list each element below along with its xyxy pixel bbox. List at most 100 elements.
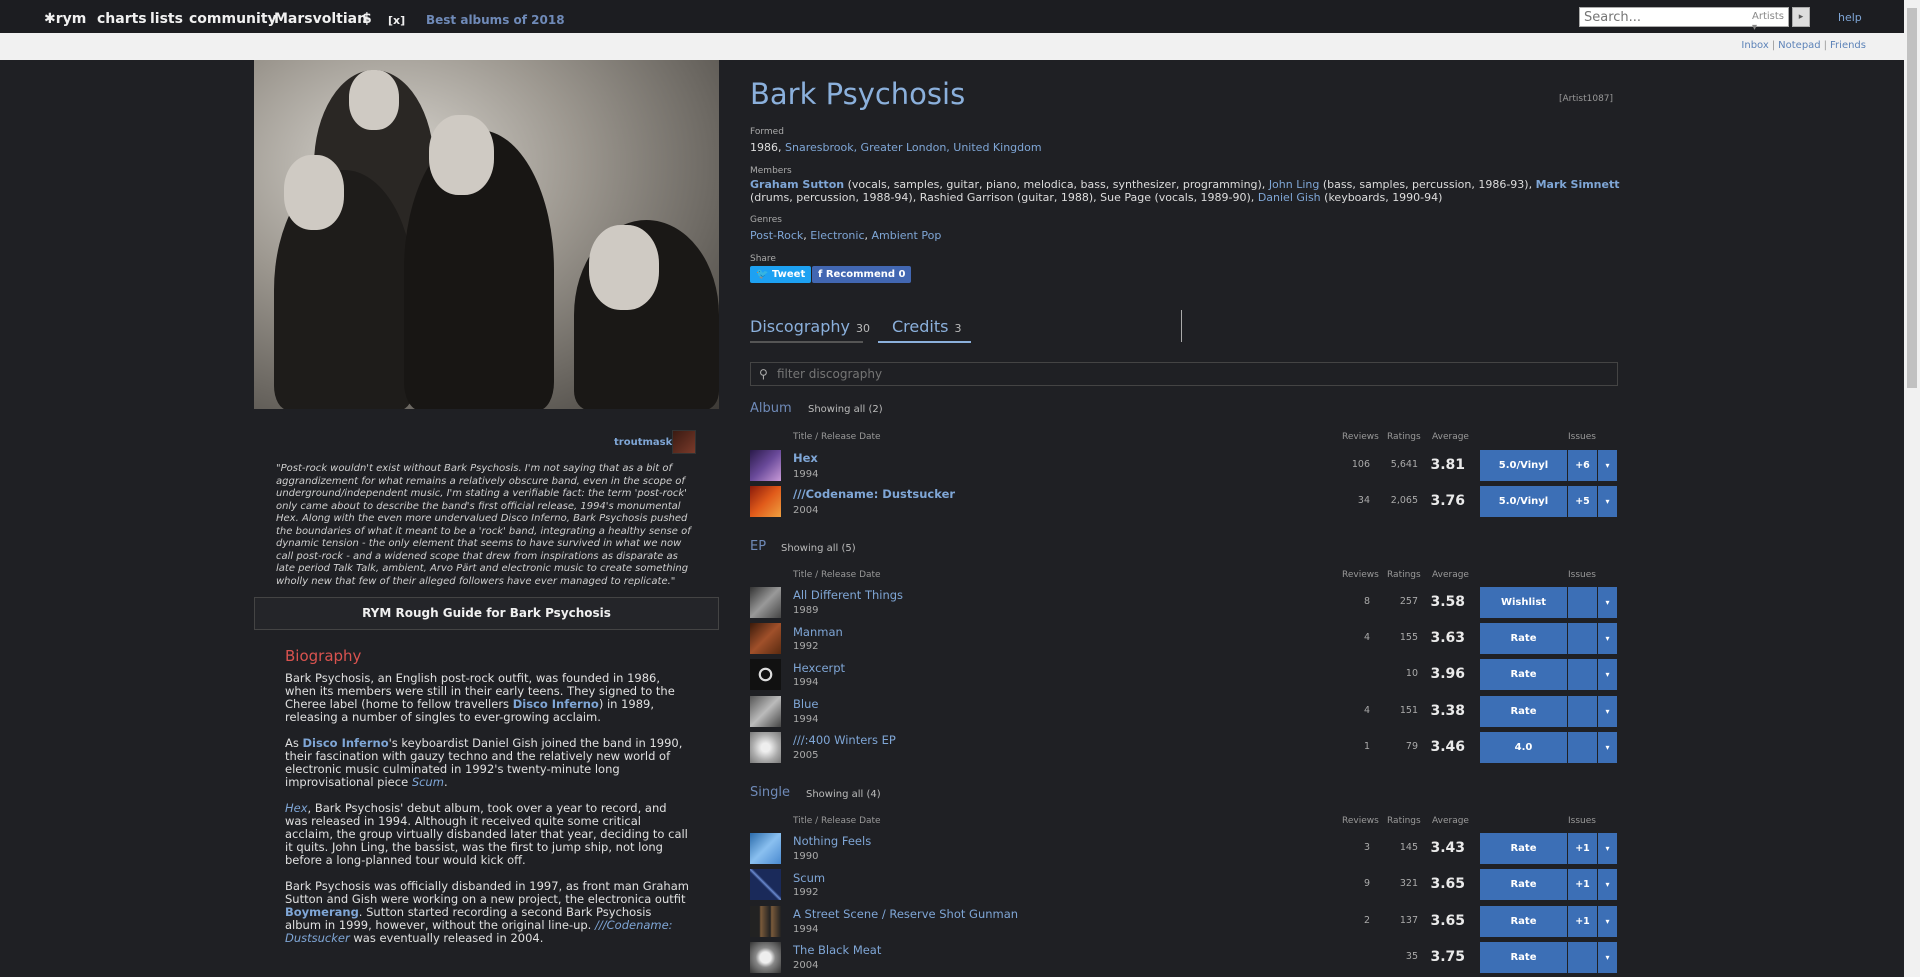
issues-button[interactable] bbox=[1568, 659, 1597, 690]
issues-button[interactable] bbox=[1568, 732, 1597, 763]
filter-discography-input[interactable] bbox=[777, 366, 1577, 382]
rating-count[interactable]: 10 bbox=[1378, 668, 1418, 679]
album-cover[interactable] bbox=[750, 942, 781, 973]
nav-charts[interactable]: charts bbox=[97, 11, 147, 27]
member-link[interactable]: Daniel Gish bbox=[1258, 191, 1321, 204]
genre-link[interactable]: Post-Rock bbox=[750, 229, 803, 242]
genre-link[interactable]: Ambient Pop bbox=[872, 229, 942, 242]
notepad-link[interactable]: Notepad bbox=[1778, 40, 1821, 51]
rough-guide-button[interactable]: RYM Rough Guide for Bark Psychosis bbox=[254, 597, 719, 630]
review-count[interactable]: 2 bbox=[1340, 915, 1370, 926]
rate-button[interactable]: 4.0 bbox=[1480, 732, 1567, 763]
album-cover[interactable] bbox=[750, 486, 781, 517]
release-title-link[interactable]: Hex bbox=[793, 451, 818, 465]
release-title-link[interactable]: ///:400 Winters EP bbox=[793, 733, 896, 747]
album-cover[interactable] bbox=[750, 659, 781, 690]
review-count[interactable]: 1 bbox=[1340, 741, 1370, 752]
release-title-link[interactable]: ///Codename: Dustsucker bbox=[793, 487, 955, 501]
release-title-link[interactable]: All Different Things bbox=[793, 588, 903, 602]
rating-count[interactable]: 79 bbox=[1378, 741, 1418, 752]
release-title-link[interactable]: A Street Scene / Reserve Shot Gunman bbox=[793, 907, 1018, 921]
nav-lists[interactable]: lists bbox=[150, 11, 183, 27]
rating-count[interactable]: 155 bbox=[1378, 632, 1418, 643]
release-title-link[interactable]: Hexcerpt bbox=[793, 661, 845, 675]
best-albums-link[interactable]: Best albums of 2018 bbox=[426, 13, 565, 27]
review-count[interactable]: 4 bbox=[1340, 705, 1370, 716]
chevron-down-icon[interactable]: ▾ bbox=[1598, 486, 1617, 517]
facebook-recommend-button[interactable]: f Recommend 0 bbox=[812, 266, 912, 283]
col-title[interactable]: Title / Release Date bbox=[793, 816, 881, 826]
release-title-link[interactable]: Scum bbox=[793, 871, 825, 885]
release-title-link[interactable]: The Black Meat bbox=[793, 943, 881, 957]
nav-dollar[interactable]: $ bbox=[362, 11, 372, 27]
hex-link[interactable]: Hex bbox=[285, 801, 308, 815]
tab-discography[interactable]: Discography 30 bbox=[750, 317, 870, 336]
rating-count[interactable]: 5,641 bbox=[1378, 459, 1418, 470]
member-link[interactable]: Graham Sutton bbox=[750, 178, 844, 191]
album-cover[interactable] bbox=[750, 869, 781, 900]
rating-count[interactable]: 35 bbox=[1378, 951, 1418, 962]
issues-button[interactable]: +1 bbox=[1568, 869, 1597, 900]
chevron-down-icon[interactable]: ▾ bbox=[1598, 869, 1617, 900]
uploader-avatar[interactable] bbox=[672, 430, 696, 454]
release-title-link[interactable]: Manman bbox=[793, 625, 843, 639]
scum-link[interactable]: Scum bbox=[412, 775, 444, 789]
rate-button[interactable]: Rate bbox=[1480, 906, 1567, 937]
album-cover[interactable] bbox=[750, 696, 781, 727]
member-link[interactable]: John Ling bbox=[1269, 178, 1320, 191]
issues-button[interactable] bbox=[1568, 587, 1597, 618]
col-ratings[interactable]: Ratings bbox=[1387, 432, 1421, 442]
album-cover[interactable] bbox=[750, 450, 781, 481]
wishlist-button[interactable]: Wishlist bbox=[1480, 587, 1567, 618]
nav-user[interactable]: Marsvoltian bbox=[274, 11, 367, 27]
chevron-down-icon[interactable]: ▾ bbox=[1598, 659, 1617, 690]
issues-button[interactable]: +6 bbox=[1568, 450, 1597, 481]
chevron-down-icon[interactable]: ▾ bbox=[1598, 833, 1617, 864]
disco-inferno-link[interactable]: Disco Inferno bbox=[513, 697, 599, 711]
rate-button[interactable]: Rate bbox=[1480, 833, 1567, 864]
friends-link[interactable]: Friends bbox=[1830, 40, 1866, 51]
review-count[interactable]: 4 bbox=[1340, 632, 1370, 643]
album-cover[interactable] bbox=[750, 906, 781, 937]
formed-place-link[interactable]: Snaresbrook, Greater London, United King… bbox=[785, 141, 1042, 154]
col-title[interactable]: Title / Release Date bbox=[793, 432, 881, 442]
chevron-down-icon[interactable]: ▾ bbox=[1598, 696, 1617, 727]
section-title-single[interactable]: Single bbox=[750, 785, 790, 800]
tweet-button[interactable]: 🐦 Tweet bbox=[750, 266, 812, 283]
issues-button[interactable]: +1 bbox=[1568, 906, 1597, 937]
issues-button[interactable]: +1 bbox=[1568, 833, 1597, 864]
image-uploader-link[interactable]: troutmask bbox=[614, 437, 672, 448]
search-go-button[interactable]: ▸ bbox=[1792, 7, 1810, 27]
album-cover[interactable] bbox=[750, 833, 781, 864]
nav-close-button[interactable]: [x] bbox=[388, 14, 405, 27]
album-cover[interactable] bbox=[750, 587, 781, 618]
section-showing[interactable]: Showing all (5) bbox=[781, 543, 856, 554]
rating-count[interactable]: 145 bbox=[1378, 842, 1418, 853]
section-showing[interactable]: Showing all (2) bbox=[808, 404, 883, 415]
section-showing[interactable]: Showing all (4) bbox=[806, 789, 881, 800]
rate-button[interactable]: 5.0/Vinyl bbox=[1480, 486, 1567, 517]
chevron-down-icon[interactable]: ▾ bbox=[1598, 587, 1617, 618]
col-title[interactable]: Title / Release Date bbox=[793, 570, 881, 580]
review-count[interactable]: 9 bbox=[1340, 878, 1370, 889]
issues-button[interactable] bbox=[1568, 623, 1597, 654]
col-ratings[interactable]: Ratings bbox=[1387, 816, 1421, 826]
rate-button[interactable]: Rate bbox=[1480, 869, 1567, 900]
boymerang-link[interactable]: Boymerang bbox=[285, 905, 359, 919]
rating-count[interactable]: 321 bbox=[1378, 878, 1418, 889]
rate-button[interactable]: Rate bbox=[1480, 659, 1567, 690]
album-cover[interactable] bbox=[750, 732, 781, 763]
rating-count[interactable]: 257 bbox=[1378, 596, 1418, 607]
chevron-down-icon[interactable]: ▾ bbox=[1598, 623, 1617, 654]
nav-community[interactable]: community bbox=[189, 11, 277, 27]
section-title-album[interactable]: Album bbox=[750, 401, 792, 416]
issues-button[interactable]: +5 bbox=[1568, 486, 1597, 517]
col-average[interactable]: Average bbox=[1432, 816, 1469, 826]
rate-button[interactable]: Rate bbox=[1480, 696, 1567, 727]
tab-credits[interactable]: Credits 3 bbox=[892, 317, 961, 336]
rating-count[interactable]: 137 bbox=[1378, 915, 1418, 926]
col-ratings[interactable]: Ratings bbox=[1387, 570, 1421, 580]
help-link[interactable]: help bbox=[1838, 11, 1862, 24]
genre-link[interactable]: Electronic bbox=[810, 229, 864, 242]
section-title-ep[interactable]: EP bbox=[750, 539, 766, 554]
